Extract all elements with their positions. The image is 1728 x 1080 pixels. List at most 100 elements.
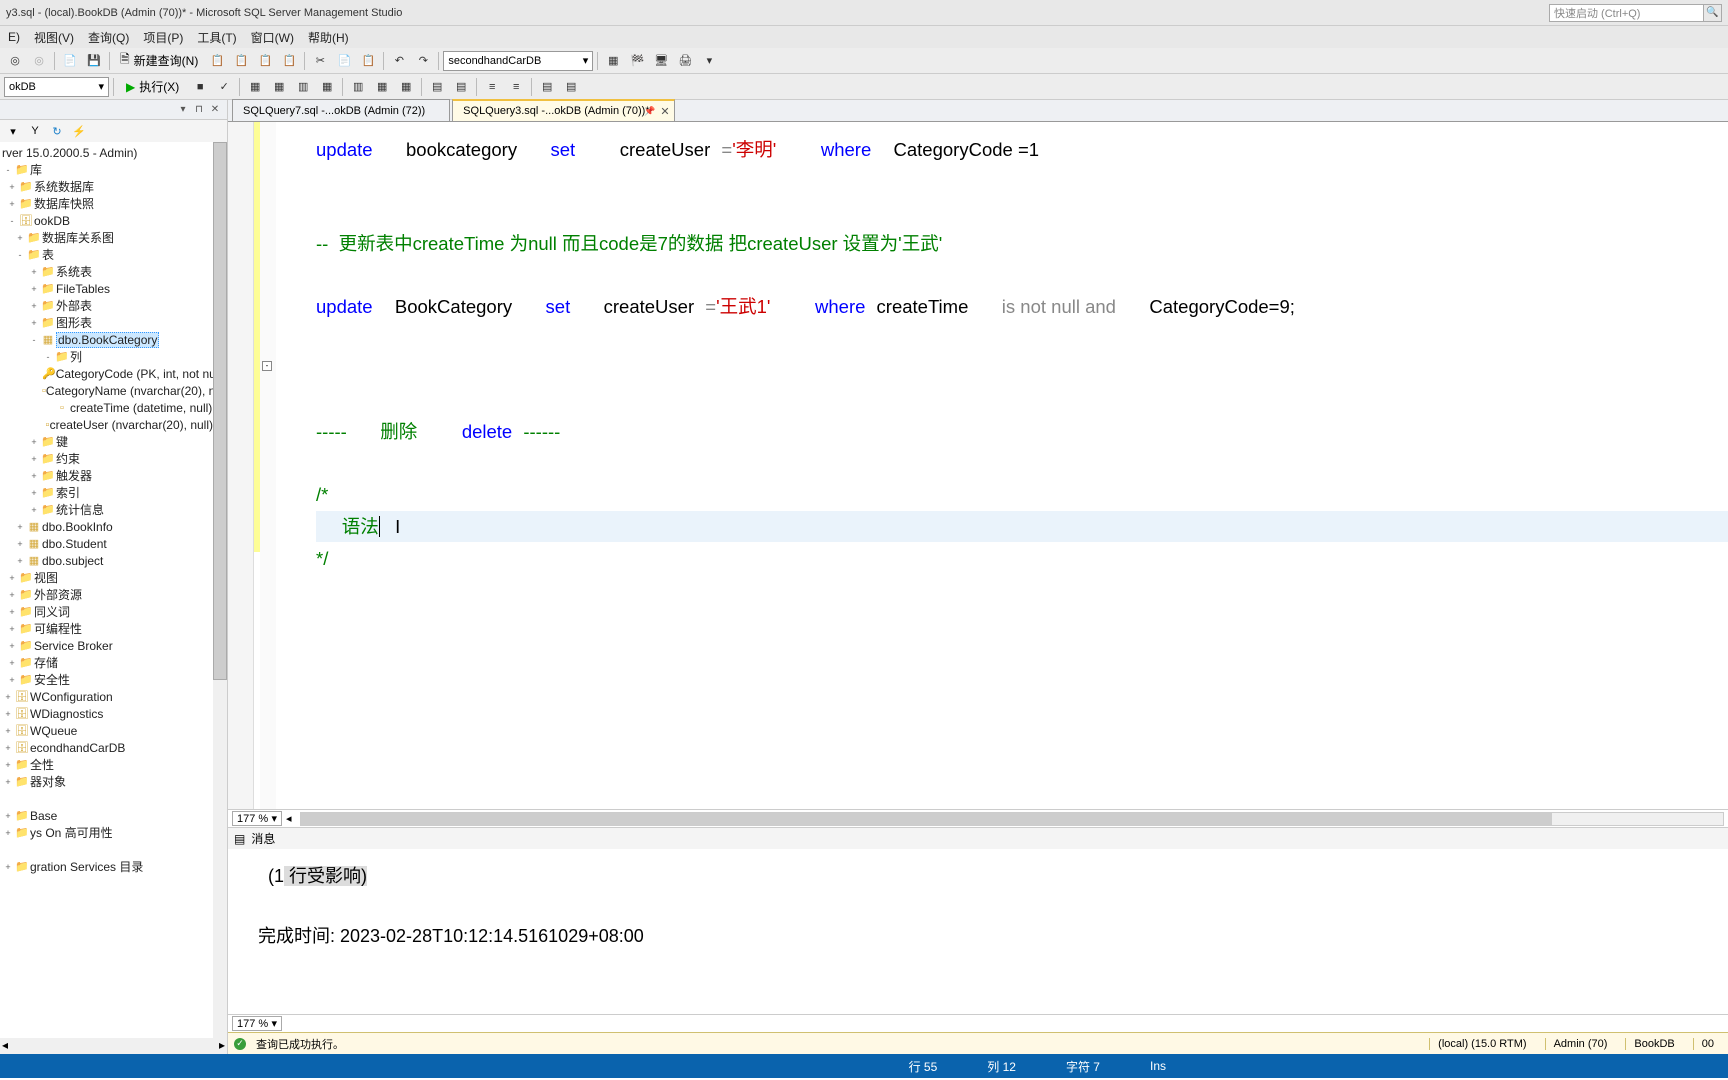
results-grid-icon[interactable]: ▦ bbox=[371, 76, 393, 98]
hscrollbar[interactable] bbox=[300, 812, 1724, 826]
check-icon[interactable]: ✓ bbox=[213, 76, 235, 98]
tree-toggle[interactable]: + bbox=[6, 624, 18, 634]
menu-item[interactable]: E) bbox=[2, 28, 26, 46]
plan-icon[interactable]: ▦ bbox=[244, 76, 266, 98]
tree-toggle[interactable]: + bbox=[6, 590, 18, 600]
tree-toggle[interactable]: - bbox=[14, 250, 26, 260]
database-combo[interactable]: secondhandCarDB ▾ bbox=[443, 51, 593, 71]
scrollbar-thumb[interactable] bbox=[213, 142, 227, 680]
tree-node[interactable]: +📁键 bbox=[0, 433, 227, 450]
pin-icon[interactable]: ⊓ bbox=[191, 102, 207, 118]
tree-toggle[interactable]: + bbox=[28, 471, 40, 481]
tree-toggle[interactable]: + bbox=[2, 726, 14, 736]
scroll-left-icon[interactable]: ◂ bbox=[286, 812, 292, 825]
quick-launch-input[interactable]: 快速启动 (Ctrl+Q) bbox=[1549, 4, 1704, 22]
tree-node[interactable]: +📁同义词 bbox=[0, 603, 227, 620]
comment-icon[interactable]: ▤ bbox=[426, 76, 448, 98]
toolbar-icon[interactable]: ▦ bbox=[316, 76, 338, 98]
tree-toggle[interactable]: + bbox=[28, 267, 40, 277]
tree-node[interactable]: +🗄WDiagnostics bbox=[0, 705, 227, 722]
tree-toggle[interactable]: + bbox=[14, 522, 26, 532]
scrollbar[interactable] bbox=[213, 142, 227, 1038]
tree-node[interactable]: ▫createUser (nvarchar(20), null) bbox=[0, 416, 227, 433]
tree-toggle[interactable]: + bbox=[2, 811, 14, 821]
tree-node[interactable]: +📁视图 bbox=[0, 569, 227, 586]
tree-node[interactable]: +▦dbo.Student bbox=[0, 535, 227, 552]
tree-toggle[interactable]: - bbox=[2, 165, 14, 175]
redo-icon[interactable]: ↷ bbox=[412, 50, 434, 72]
refresh-icon[interactable]: ↻ bbox=[48, 122, 66, 140]
tree-node[interactable]: +📁存储 bbox=[0, 654, 227, 671]
toolbar-icon[interactable]: ▤ bbox=[560, 76, 582, 98]
tab-query3[interactable]: SQLQuery3.sql -...okDB (Admin (70))* 📌 ✕ bbox=[452, 99, 674, 121]
toolbar-icon[interactable]: 📋 bbox=[206, 50, 228, 72]
scroll-right-icon[interactable]: ▸ bbox=[219, 1038, 225, 1054]
tree-toggle[interactable]: + bbox=[14, 556, 26, 566]
tree-node[interactable]: -▦dbo.BookCategory bbox=[0, 331, 227, 348]
toolbar-icon[interactable]: 📋 bbox=[254, 50, 276, 72]
tree-toggle[interactable]: + bbox=[6, 199, 18, 209]
toolbar-icon[interactable]: 🏁 bbox=[626, 50, 648, 72]
toolbar-icon[interactable]: ▦ bbox=[268, 76, 290, 98]
hscrollbar-thumb[interactable] bbox=[301, 813, 1553, 825]
pin-icon[interactable]: 📌 bbox=[644, 106, 655, 117]
paste-icon[interactable]: 📋 bbox=[357, 50, 379, 72]
copy-icon[interactable]: 📄 bbox=[333, 50, 355, 72]
tree-toggle[interactable]: + bbox=[28, 301, 40, 311]
messages-body[interactable]: (1 行受影响) 完成时间: 2023-02-28T10:12:14.51610… bbox=[228, 849, 1728, 1014]
tree-node[interactable]: 🔑CategoryCode (PK, int, not null) bbox=[0, 365, 227, 382]
tree-toggle[interactable]: + bbox=[28, 505, 40, 515]
zoom-combo-2[interactable]: 177 % ▾ bbox=[232, 1016, 282, 1031]
dropdown-icon[interactable]: ▾ bbox=[175, 102, 191, 118]
close-icon[interactable]: ✕ bbox=[660, 105, 669, 118]
messages-tab[interactable]: 消息 bbox=[251, 830, 275, 847]
object-tree[interactable]: rver 15.0.2000.5 - Admin) -📁库+📁系统数据库+📁数据… bbox=[0, 142, 227, 1038]
server-node[interactable]: rver 15.0.2000.5 - Admin) bbox=[0, 144, 227, 161]
toolbar-icon[interactable]: 🖥 bbox=[650, 50, 672, 72]
search-icon[interactable]: 🔍 bbox=[1704, 4, 1722, 22]
menu-item[interactable]: 项目(P) bbox=[137, 27, 189, 48]
uncomment-icon[interactable]: ▤ bbox=[450, 76, 472, 98]
tree-toggle[interactable]: + bbox=[6, 573, 18, 583]
toolbar-icon[interactable]: 📋 bbox=[230, 50, 252, 72]
save-icon[interactable]: 💾 bbox=[83, 50, 105, 72]
tree-toggle[interactable]: + bbox=[6, 182, 18, 192]
hscroll[interactable]: ◂ ▸ bbox=[0, 1038, 227, 1054]
results-file-icon[interactable]: ▦ bbox=[395, 76, 417, 98]
tree-toggle[interactable]: + bbox=[28, 488, 40, 498]
tree-toggle[interactable]: + bbox=[14, 233, 26, 243]
stop-icon[interactable]: ⚡ bbox=[70, 122, 88, 140]
toolbar-icon[interactable]: ▦ bbox=[602, 50, 624, 72]
tree-toggle[interactable]: + bbox=[6, 641, 18, 651]
tree-node[interactable]: -📁列 bbox=[0, 348, 227, 365]
tree-toggle[interactable]: + bbox=[2, 862, 14, 872]
menu-item[interactable]: 窗口(W) bbox=[245, 27, 300, 48]
outdent-icon[interactable]: ≡ bbox=[505, 76, 527, 98]
tree-toggle[interactable]: - bbox=[6, 216, 18, 226]
tree-toggle[interactable]: + bbox=[28, 437, 40, 447]
tree-node[interactable]: +📁图形表 bbox=[0, 314, 227, 331]
stop-icon[interactable]: ■ bbox=[189, 76, 211, 98]
tree-toggle[interactable]: + bbox=[28, 454, 40, 464]
tree-node[interactable]: +📁外部表 bbox=[0, 297, 227, 314]
forward-icon[interactable]: ◎ bbox=[28, 50, 50, 72]
tree-toggle[interactable]: + bbox=[6, 658, 18, 668]
connect-icon[interactable]: ▾ bbox=[4, 122, 22, 140]
outline-toggle[interactable]: - bbox=[262, 361, 272, 371]
toolbar-icon[interactable]: 📋 bbox=[278, 50, 300, 72]
toolbar-icon[interactable]: 🖨 bbox=[674, 50, 696, 72]
toolbar-icon[interactable]: ▾ bbox=[698, 50, 720, 72]
tree-node[interactable]: +📁数据库快照 bbox=[0, 195, 227, 212]
menu-item[interactable]: 视图(V) bbox=[28, 27, 80, 48]
tab-query7[interactable]: SQLQuery7.sql -...okDB (Admin (72)) bbox=[232, 99, 450, 121]
menu-item[interactable]: 帮助(H) bbox=[302, 27, 355, 48]
execute-button[interactable]: ▶ 执行(X) bbox=[118, 76, 187, 98]
tree-node[interactable]: +🗄econdhandCarDB bbox=[0, 739, 227, 756]
tree-node[interactable]: +📁ys On 高可用性 bbox=[0, 824, 227, 841]
tree-toggle[interactable]: + bbox=[28, 284, 40, 294]
tree-node[interactable]: -📁表 bbox=[0, 246, 227, 263]
filter-icon[interactable]: Y bbox=[26, 122, 44, 140]
close-icon[interactable]: ✕ bbox=[207, 102, 223, 118]
tree-node[interactable]: +📁安全性 bbox=[0, 671, 227, 688]
tree-node[interactable]: +📁外部资源 bbox=[0, 586, 227, 603]
